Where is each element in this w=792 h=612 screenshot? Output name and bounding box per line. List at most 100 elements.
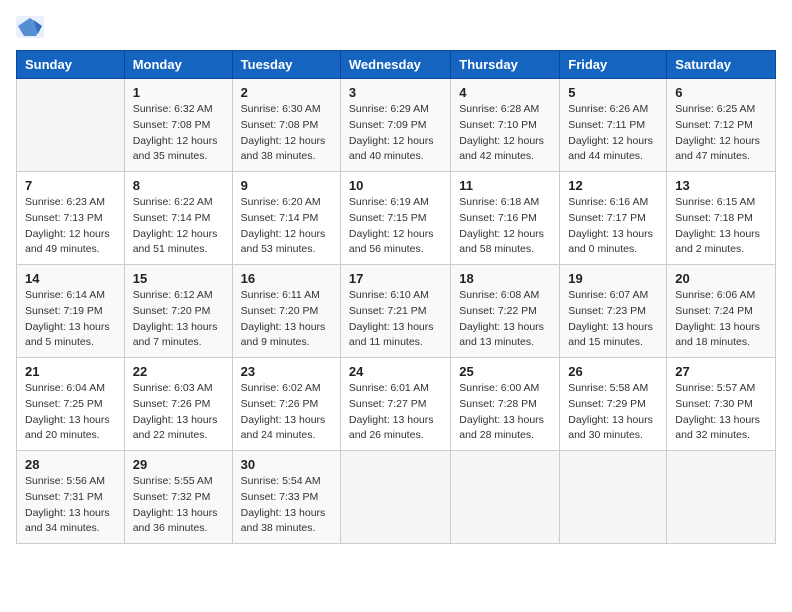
day-number: 5 bbox=[568, 85, 658, 100]
day-number: 22 bbox=[133, 364, 224, 379]
logo bbox=[16, 16, 48, 38]
day-cell bbox=[560, 451, 667, 544]
day-number: 8 bbox=[133, 178, 224, 193]
day-info: Sunrise: 6:23 AM Sunset: 7:13 PM Dayligh… bbox=[25, 195, 116, 258]
day-number: 29 bbox=[133, 457, 224, 472]
day-info: Sunrise: 6:28 AM Sunset: 7:10 PM Dayligh… bbox=[459, 102, 551, 165]
day-cell: 23 Sunrise: 6:02 AM Sunset: 7:26 PM Dayli… bbox=[232, 358, 340, 451]
day-info: Sunrise: 6:07 AM Sunset: 7:23 PM Dayligh… bbox=[568, 288, 658, 351]
col-header-friday: Friday bbox=[560, 51, 667, 79]
week-row-1: 1 Sunrise: 6:32 AM Sunset: 7:08 PM Daylig… bbox=[17, 79, 776, 172]
week-row-3: 14 Sunrise: 6:14 AM Sunset: 7:19 PM Dayli… bbox=[17, 265, 776, 358]
day-info: Sunrise: 6:11 AM Sunset: 7:20 PM Dayligh… bbox=[241, 288, 332, 351]
day-info: Sunrise: 6:18 AM Sunset: 7:16 PM Dayligh… bbox=[459, 195, 551, 258]
day-number: 9 bbox=[241, 178, 332, 193]
week-row-2: 7 Sunrise: 6:23 AM Sunset: 7:13 PM Daylig… bbox=[17, 172, 776, 265]
day-number: 16 bbox=[241, 271, 332, 286]
day-info: Sunrise: 6:26 AM Sunset: 7:11 PM Dayligh… bbox=[568, 102, 658, 165]
day-cell: 27 Sunrise: 5:57 AM Sunset: 7:30 PM Dayli… bbox=[667, 358, 776, 451]
day-cell: 2Sunrise: 6:30 AM Sunset: 7:08 PM Daylig… bbox=[232, 79, 340, 172]
day-info: Sunrise: 6:02 AM Sunset: 7:26 PM Dayligh… bbox=[241, 381, 332, 444]
day-cell bbox=[667, 451, 776, 544]
day-number: 26 bbox=[568, 364, 658, 379]
day-cell: 30 Sunrise: 5:54 AM Sunset: 7:33 PM Dayli… bbox=[232, 451, 340, 544]
day-cell: 17Sunrise: 6:10 AM Sunset: 7:21 PM Dayli… bbox=[340, 265, 450, 358]
column-headers: SundayMondayTuesdayWednesdayThursdayFrid… bbox=[17, 51, 776, 79]
day-number: 11 bbox=[459, 178, 551, 193]
day-cell: 3 Sunrise: 6:29 AM Sunset: 7:09 PM Daylig… bbox=[340, 79, 450, 172]
day-info: Sunrise: 6:16 AM Sunset: 7:17 PM Dayligh… bbox=[568, 195, 658, 258]
day-cell: 21 Sunrise: 6:04 AM Sunset: 7:25 PM Dayli… bbox=[17, 358, 125, 451]
day-info: Sunrise: 6:03 AM Sunset: 7:26 PM Dayligh… bbox=[133, 381, 224, 444]
col-header-thursday: Thursday bbox=[451, 51, 560, 79]
day-number: 17 bbox=[349, 271, 442, 286]
day-info: Sunrise: 5:54 AM Sunset: 7:33 PM Dayligh… bbox=[241, 474, 332, 537]
day-cell bbox=[451, 451, 560, 544]
day-info: Sunrise: 6:01 AM Sunset: 7:27 PM Dayligh… bbox=[349, 381, 442, 444]
day-info: Sunrise: 6:22 AM Sunset: 7:14 PM Dayligh… bbox=[133, 195, 224, 258]
calendar-table: SundayMondayTuesdayWednesdayThursdayFrid… bbox=[16, 50, 776, 544]
day-number: 24 bbox=[349, 364, 442, 379]
day-number: 6 bbox=[675, 85, 767, 100]
day-info: Sunrise: 5:56 AM Sunset: 7:31 PM Dayligh… bbox=[25, 474, 116, 537]
day-cell: 8 Sunrise: 6:22 AM Sunset: 7:14 PM Daylig… bbox=[124, 172, 232, 265]
day-info: Sunrise: 6:06 AM Sunset: 7:24 PM Dayligh… bbox=[675, 288, 767, 351]
day-number: 21 bbox=[25, 364, 116, 379]
day-cell bbox=[340, 451, 450, 544]
day-cell: 29Sunrise: 5:55 AM Sunset: 7:32 PM Dayli… bbox=[124, 451, 232, 544]
page-header bbox=[16, 16, 776, 38]
day-cell: 25Sunrise: 6:00 AM Sunset: 7:28 PM Dayli… bbox=[451, 358, 560, 451]
day-info: Sunrise: 6:32 AM Sunset: 7:08 PM Dayligh… bbox=[133, 102, 224, 165]
day-cell: 28Sunrise: 5:56 AM Sunset: 7:31 PM Dayli… bbox=[17, 451, 125, 544]
day-cell: 13 Sunrise: 6:15 AM Sunset: 7:18 PM Dayli… bbox=[667, 172, 776, 265]
day-number: 4 bbox=[459, 85, 551, 100]
day-number: 27 bbox=[675, 364, 767, 379]
day-number: 14 bbox=[25, 271, 116, 286]
col-header-wednesday: Wednesday bbox=[340, 51, 450, 79]
day-number: 1 bbox=[133, 85, 224, 100]
day-number: 15 bbox=[133, 271, 224, 286]
day-number: 3 bbox=[349, 85, 442, 100]
day-number: 30 bbox=[241, 457, 332, 472]
day-number: 2 bbox=[241, 85, 332, 100]
day-number: 12 bbox=[568, 178, 658, 193]
logo-icon bbox=[16, 16, 44, 38]
day-info: Sunrise: 6:15 AM Sunset: 7:18 PM Dayligh… bbox=[675, 195, 767, 258]
day-cell: 10Sunrise: 6:19 AM Sunset: 7:15 PM Dayli… bbox=[340, 172, 450, 265]
day-cell: 4 Sunrise: 6:28 AM Sunset: 7:10 PM Daylig… bbox=[451, 79, 560, 172]
day-cell: 6 Sunrise: 6:25 AM Sunset: 7:12 PM Daylig… bbox=[667, 79, 776, 172]
day-number: 13 bbox=[675, 178, 767, 193]
day-number: 7 bbox=[25, 178, 116, 193]
day-cell bbox=[17, 79, 125, 172]
col-header-tuesday: Tuesday bbox=[232, 51, 340, 79]
day-number: 10 bbox=[349, 178, 442, 193]
day-cell: 22 Sunrise: 6:03 AM Sunset: 7:26 PM Dayli… bbox=[124, 358, 232, 451]
day-cell: 5 Sunrise: 6:26 AM Sunset: 7:11 PM Daylig… bbox=[560, 79, 667, 172]
col-header-sunday: Sunday bbox=[17, 51, 125, 79]
week-row-4: 21 Sunrise: 6:04 AM Sunset: 7:25 PM Dayli… bbox=[17, 358, 776, 451]
day-info: Sunrise: 6:04 AM Sunset: 7:25 PM Dayligh… bbox=[25, 381, 116, 444]
col-header-monday: Monday bbox=[124, 51, 232, 79]
day-cell: 18Sunrise: 6:08 AM Sunset: 7:22 PM Dayli… bbox=[451, 265, 560, 358]
day-info: Sunrise: 6:29 AM Sunset: 7:09 PM Dayligh… bbox=[349, 102, 442, 165]
day-info: Sunrise: 6:20 AM Sunset: 7:14 PM Dayligh… bbox=[241, 195, 332, 258]
day-cell: 9 Sunrise: 6:20 AM Sunset: 7:14 PM Daylig… bbox=[232, 172, 340, 265]
day-info: Sunrise: 6:25 AM Sunset: 7:12 PM Dayligh… bbox=[675, 102, 767, 165]
day-cell: 14 Sunrise: 6:14 AM Sunset: 7:19 PM Dayli… bbox=[17, 265, 125, 358]
week-row-5: 28Sunrise: 5:56 AM Sunset: 7:31 PM Dayli… bbox=[17, 451, 776, 544]
day-info: Sunrise: 6:12 AM Sunset: 7:20 PM Dayligh… bbox=[133, 288, 224, 351]
day-info: Sunrise: 5:57 AM Sunset: 7:30 PM Dayligh… bbox=[675, 381, 767, 444]
day-cell: 24 Sunrise: 6:01 AM Sunset: 7:27 PM Dayli… bbox=[340, 358, 450, 451]
day-number: 23 bbox=[241, 364, 332, 379]
day-cell: 19 Sunrise: 6:07 AM Sunset: 7:23 PM Dayli… bbox=[560, 265, 667, 358]
day-cell: 26Sunrise: 5:58 AM Sunset: 7:29 PM Dayli… bbox=[560, 358, 667, 451]
day-cell: 20Sunrise: 6:06 AM Sunset: 7:24 PM Dayli… bbox=[667, 265, 776, 358]
day-info: Sunrise: 6:14 AM Sunset: 7:19 PM Dayligh… bbox=[25, 288, 116, 351]
day-info: Sunrise: 6:08 AM Sunset: 7:22 PM Dayligh… bbox=[459, 288, 551, 351]
col-header-saturday: Saturday bbox=[667, 51, 776, 79]
day-cell: 11 Sunrise: 6:18 AM Sunset: 7:16 PM Dayli… bbox=[451, 172, 560, 265]
day-number: 19 bbox=[568, 271, 658, 286]
day-cell: 16 Sunrise: 6:11 AM Sunset: 7:20 PM Dayli… bbox=[232, 265, 340, 358]
day-cell: 7 Sunrise: 6:23 AM Sunset: 7:13 PM Daylig… bbox=[17, 172, 125, 265]
day-cell: 12 Sunrise: 6:16 AM Sunset: 7:17 PM Dayli… bbox=[560, 172, 667, 265]
